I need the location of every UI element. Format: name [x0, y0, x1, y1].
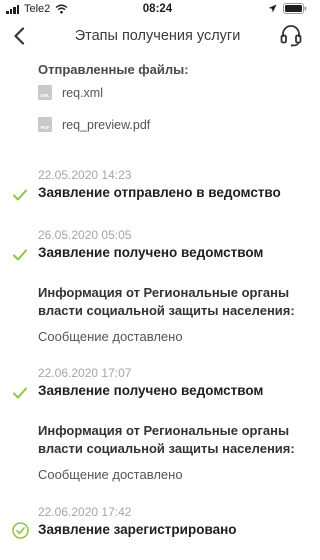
sent-files-heading: Отправленные файлы:: [38, 62, 189, 77]
stage-date: 26.05.2020 05:05: [38, 228, 132, 242]
stage-date: 22.06.2020 17:07: [38, 366, 132, 380]
nav-bar: Этапы получения услуги: [0, 20, 315, 52]
stage-date: 22.05.2020 14:23: [38, 168, 132, 182]
stage-message: Сообщение доставлено: [38, 467, 183, 482]
location-icon: [268, 4, 277, 13]
file-item-xml[interactable]: XML req.xml: [38, 85, 103, 100]
file-name: req_preview.pdf: [62, 117, 151, 132]
stage-title: Заявление отправлено в ведомство: [38, 185, 281, 200]
stage-info: Информация от Региональные органы власти…: [38, 285, 295, 319]
stage-date: 22.06.2020 17:42: [38, 505, 132, 519]
pdf-file-icon: PDF: [38, 117, 52, 132]
stage-title: Заявление получено ведомством: [38, 245, 264, 260]
file-type-label: XML: [40, 93, 50, 98]
headset-icon: [280, 25, 302, 47]
battery-icon: [283, 3, 307, 14]
status-bar: Tele2 08:24: [0, 0, 315, 20]
file-name: req.xml: [62, 85, 103, 100]
chevron-left-icon: [14, 27, 25, 45]
file-item-pdf[interactable]: PDF req_preview.pdf: [38, 117, 150, 132]
checkmark-icon: [13, 189, 27, 201]
back-button[interactable]: [8, 24, 30, 48]
support-button[interactable]: [279, 23, 303, 47]
stage-title: Заявление получено ведомством: [38, 383, 264, 398]
page-title: Этапы получения услуги: [74, 28, 241, 44]
check-circle-icon: [12, 522, 29, 539]
checkmark-icon: [13, 387, 27, 399]
stage-title: Заявление зарегистрировано: [38, 522, 237, 537]
file-type-label: PDF: [40, 125, 50, 130]
checkmark-icon: [13, 249, 27, 261]
xml-file-icon: XML: [38, 85, 52, 100]
stage-message: Сообщение доставлено: [38, 329, 183, 344]
status-right: [268, 3, 307, 14]
stage-info: Информация от Региональные органы власти…: [38, 423, 295, 457]
